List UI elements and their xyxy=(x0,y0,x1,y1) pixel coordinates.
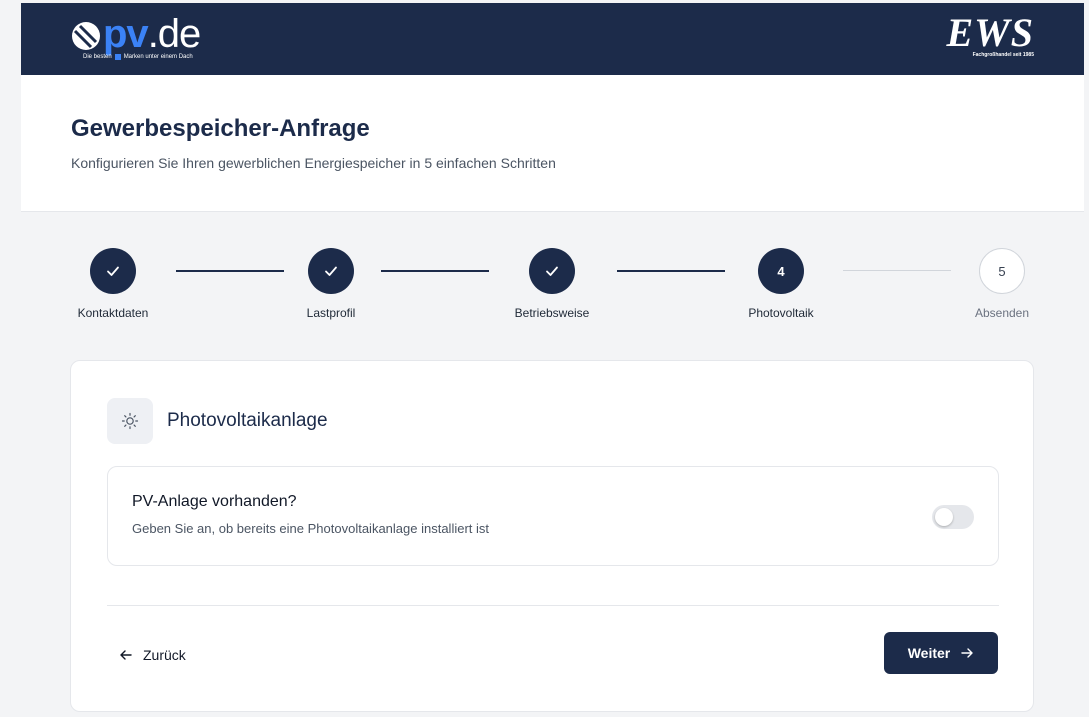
tagline-b: Marken unter einem Dach xyxy=(123,54,193,60)
tagline-square-icon xyxy=(114,54,121,60)
step-2-circle xyxy=(308,248,354,294)
ews-logo[interactable]: EWS Fachgroßhandel seit 1985 xyxy=(946,10,1035,59)
step-connector-3 xyxy=(617,270,725,272)
step-1-label: Kontaktdaten xyxy=(77,306,149,320)
tagline-a: Die besten xyxy=(83,54,112,60)
toggle-knob xyxy=(935,508,953,526)
option-description: Geben Sie an, ob bereits eine Photovolta… xyxy=(132,521,489,536)
step-4-label: Photovoltaik xyxy=(748,306,814,320)
step-3-label: Betriebsweise xyxy=(514,306,590,320)
page: pv.de Die besten Marken unter einem Dach… xyxy=(21,3,1084,717)
card-divider xyxy=(107,605,999,606)
step-connector-4 xyxy=(843,270,951,271)
back-button-label: Zurück xyxy=(143,647,186,663)
next-button[interactable]: Weiter xyxy=(884,632,998,674)
pv-logo-text-a: pv xyxy=(103,12,149,56)
pv-logo-text-b: .de xyxy=(147,12,202,56)
arrow-right-icon xyxy=(961,648,973,658)
step-3-circle xyxy=(529,248,575,294)
pv-option-box: PV-Anlage vorhanden? Geben Sie an, ob be… xyxy=(107,466,999,566)
arrow-left-icon xyxy=(120,650,132,660)
step-lastprofil[interactable]: Lastprofil xyxy=(271,248,391,320)
pv-logo-tagline: Die besten Marken unter einem Dach xyxy=(83,54,193,60)
step-absenden[interactable]: 5 Absenden xyxy=(942,248,1062,320)
section-title: Photovoltaikanlage xyxy=(167,410,328,431)
title-area: Gewerbespeicher-Anfrage Konfigurieren Si… xyxy=(21,75,1084,212)
sun-icon xyxy=(107,398,153,444)
step-kontaktdaten[interactable]: Kontaktdaten xyxy=(53,248,173,320)
pv-logo-text: pv.de xyxy=(103,14,201,54)
option-title: PV-Anlage vorhanden? xyxy=(132,493,297,510)
check-icon xyxy=(546,266,558,276)
page-subtitle: Konfigurieren Sie Ihren gewerblichen Ene… xyxy=(71,155,556,171)
step-4-circle: 4 xyxy=(758,248,804,294)
step-5-circle: 5 xyxy=(979,248,1025,294)
check-icon xyxy=(325,266,337,276)
step-2-label: Lastprofil xyxy=(306,306,356,320)
step-connector-2 xyxy=(381,270,489,272)
pv-de-logo[interactable]: pv.de xyxy=(71,14,201,54)
step-connector-1 xyxy=(176,270,284,272)
step-1-circle xyxy=(90,248,136,294)
step-betriebsweise[interactable]: Betriebsweise xyxy=(492,248,612,320)
section-header: Photovoltaikanlage xyxy=(107,398,328,444)
pv-logo-mark-icon xyxy=(71,21,101,51)
ews-logo-text: EWS xyxy=(946,10,1034,55)
form-card: Photovoltaikanlage PV-Anlage vorhanden? … xyxy=(70,360,1034,712)
progress-stepper: Kontaktdaten Lastprofil Betriebsweise 4 … xyxy=(21,212,1084,357)
page-title: Gewerbespeicher-Anfrage xyxy=(71,115,370,142)
back-button[interactable]: Zurück xyxy=(119,637,186,673)
pv-toggle-switch[interactable] xyxy=(932,505,974,529)
next-button-label: Weiter xyxy=(907,645,951,661)
check-icon xyxy=(107,266,119,276)
step-photovoltaik[interactable]: 4 Photovoltaik xyxy=(721,248,841,320)
top-header: pv.de Die besten Marken unter einem Dach… xyxy=(21,3,1084,75)
step-5-label: Absenden xyxy=(974,306,1030,320)
